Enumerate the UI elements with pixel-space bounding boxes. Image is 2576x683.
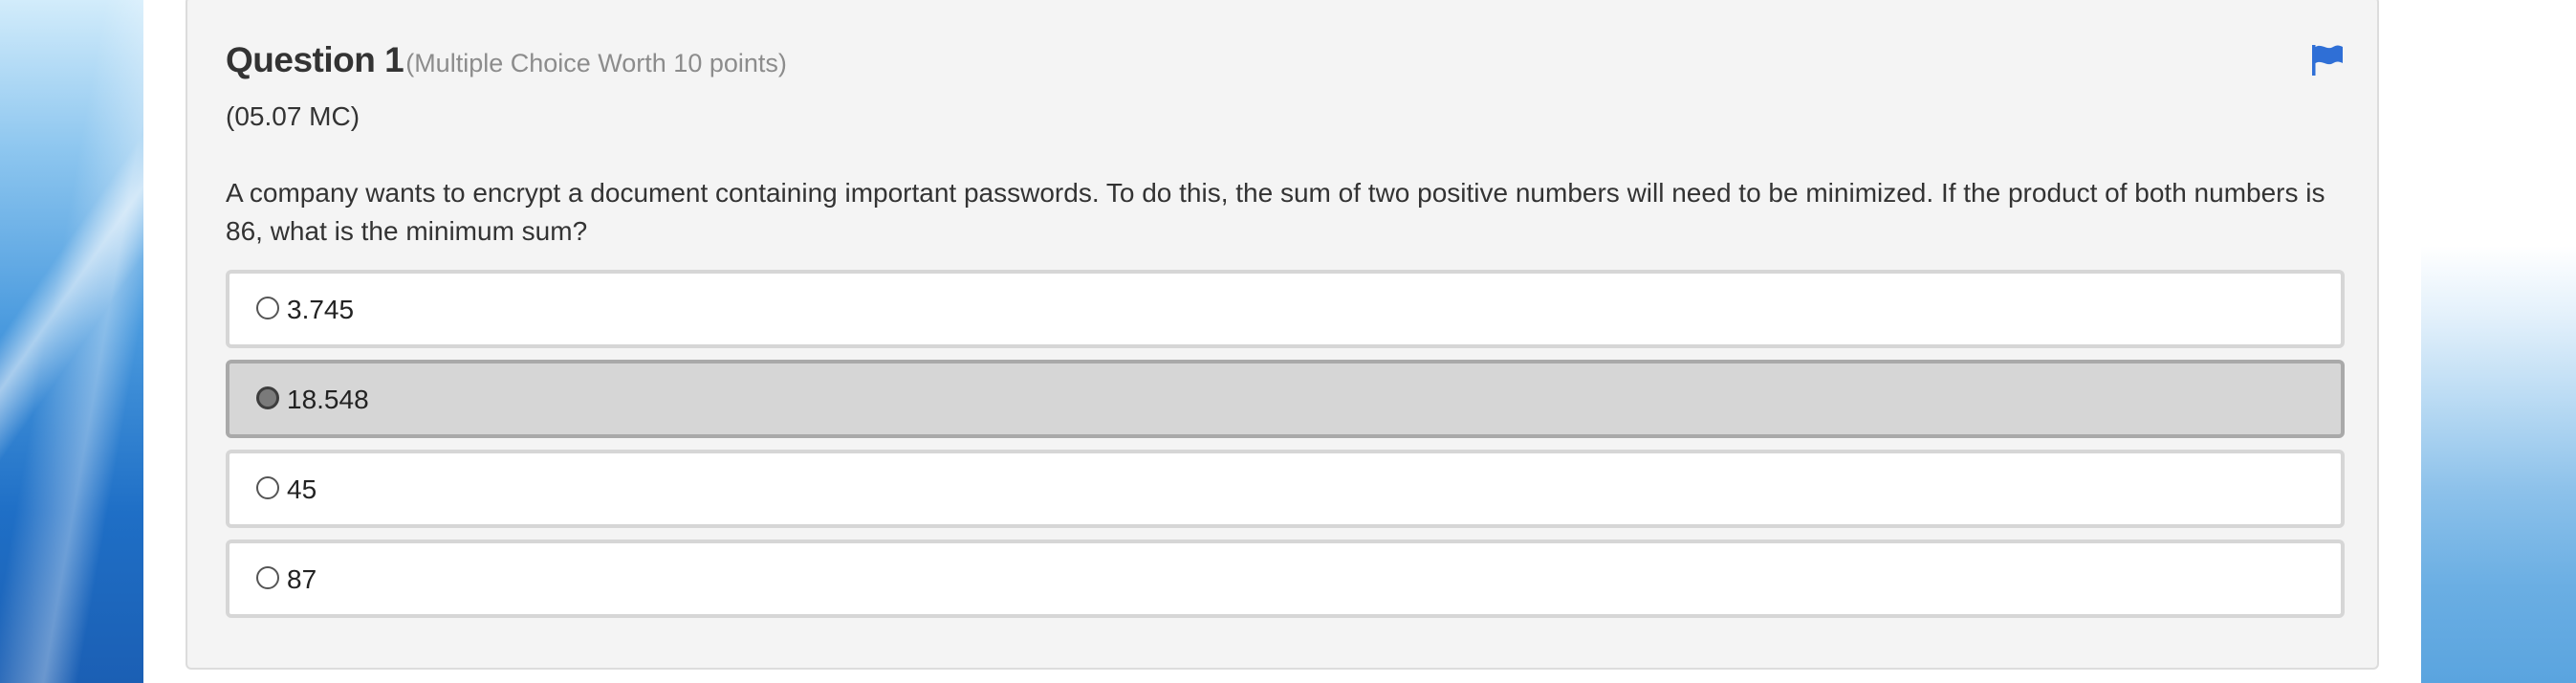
radio-button[interactable] — [256, 566, 279, 589]
question-meta: (Multiple Choice Worth 10 points) — [405, 49, 787, 77]
answer-option-selected[interactable]: 18.548 — [226, 360, 2345, 438]
question-panel: Question 1 (Multiple Choice Worth 10 poi… — [186, 0, 2379, 670]
answer-option[interactable]: 87 — [226, 540, 2345, 618]
answer-option-label: 18.548 — [287, 385, 369, 414]
question-title: Question 1 — [226, 40, 404, 79]
answer-option[interactable]: 3.745 — [226, 270, 2345, 348]
question-header: Question 1 (Multiple Choice Worth 10 poi… — [226, 40, 787, 80]
answer-option-label: 45 — [287, 474, 317, 504]
background-left — [0, 0, 143, 683]
answer-option-label: 87 — [287, 564, 317, 594]
answer-options: 3.745 18.548 45 87 — [226, 270, 2345, 629]
answer-option[interactable]: 45 — [226, 450, 2345, 528]
answer-option-label: 3.745 — [287, 295, 355, 324]
flag-icon[interactable] — [2310, 44, 2345, 77]
question-code: (05.07 MC) — [226, 101, 360, 131]
question-text: A company wants to encrypt a document co… — [226, 178, 2325, 246]
radio-button-checked[interactable] — [256, 386, 279, 409]
radio-button[interactable] — [256, 297, 279, 319]
radio-button[interactable] — [256, 476, 279, 499]
background-right — [2421, 0, 2576, 683]
